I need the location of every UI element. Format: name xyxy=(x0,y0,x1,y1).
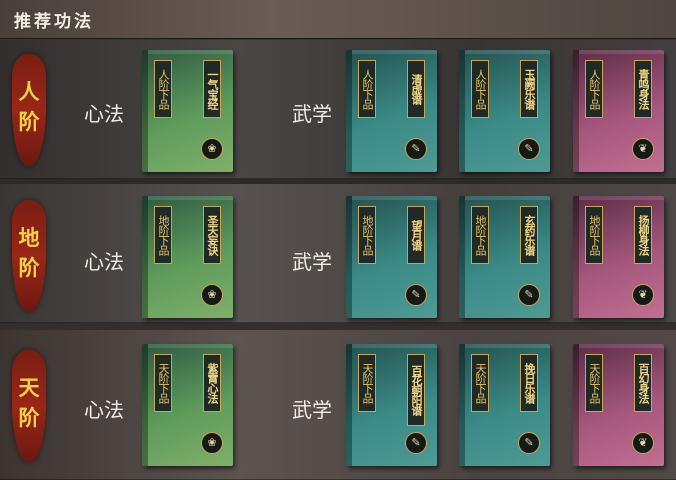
book-name: 挽日乐谱 xyxy=(520,354,538,412)
brush-emblem-icon: ✎ xyxy=(405,138,427,160)
tier-banner-ren: 人 阶 xyxy=(12,54,46,166)
book-grade: 地阶下品 xyxy=(471,206,489,264)
brush-emblem-icon: ✎ xyxy=(518,284,540,306)
wuxue-label: 武学 xyxy=(292,102,332,126)
xinfa-label: 心法 xyxy=(84,398,124,422)
panel-header: 推荐功法 xyxy=(0,0,676,39)
book-grade: 地阶下品 xyxy=(358,206,376,264)
book-name: 青鸣身法 xyxy=(634,60,652,118)
tier-row-di: 地 阶 心法 武学 地阶下品 圣天妄诀 ❀ 地阶下品 望月谱 ✎ 地阶下品 玄药… xyxy=(0,184,676,323)
book-name: 玉阙乐谱 xyxy=(520,60,538,118)
wings-emblem-icon: ❦ xyxy=(632,284,654,306)
xinfa-label: 心法 xyxy=(84,250,124,274)
book-qingxu-pu[interactable]: 人阶下品 清虚谱 ✎ xyxy=(346,50,437,172)
brush-emblem-icon: ✎ xyxy=(518,432,540,454)
book-name: 百幻身法 xyxy=(634,354,652,412)
brush-emblem-icon: ✎ xyxy=(405,432,427,454)
lotus-emblem-icon: ❀ xyxy=(201,284,223,306)
book-grade: 地阶下品 xyxy=(585,206,603,264)
book-grade: 地阶下品 xyxy=(154,206,172,264)
tier-char-1: 人 xyxy=(18,79,40,104)
book-baihuan-shenfa[interactable]: 天阶下品 百幻身法 ❦ xyxy=(573,344,664,466)
book-name: 紫霄心法 xyxy=(203,354,221,412)
panel-title: 推荐功法 xyxy=(14,12,94,32)
book-baihua-zhaoyang-pu[interactable]: 天阶下品 百花朝阳谱 ✎ xyxy=(346,344,437,466)
book-name: 圣天妄诀 xyxy=(203,206,221,264)
book-grade: 天阶下品 xyxy=(471,354,489,412)
lotus-emblem-icon: ❀ xyxy=(201,138,223,160)
book-yangliu-shenfa[interactable]: 地阶下品 扬柳身法 ❦ xyxy=(573,196,664,318)
tier-banner-tian: 天 阶 xyxy=(12,350,46,462)
book-wangyue-pu[interactable]: 地阶下品 望月谱 ✎ xyxy=(346,196,437,318)
book-qingming-shenfa[interactable]: 人阶下品 青鸣身法 ❦ xyxy=(573,50,664,172)
book-grade: 天阶下品 xyxy=(154,354,172,412)
tier-row-tian: 天 阶 心法 武学 天阶下品 紫霄心法 ❀ 天阶下品 百花朝阳谱 ✎ 天阶下品 … xyxy=(0,330,676,480)
lotus-emblem-icon: ❀ xyxy=(201,432,223,454)
wings-emblem-icon: ❦ xyxy=(632,138,654,160)
book-name: 扬柳身法 xyxy=(634,206,652,264)
tier-row-ren: 人 阶 心法 武学 人阶下品 一气宝经 ❀ 人阶下品 清虚谱 ✎ 人阶下品 玉阙… xyxy=(0,40,676,179)
book-name: 清虚谱 xyxy=(407,60,425,118)
book-name: 玄药乐谱 xyxy=(520,206,538,264)
xinfa-label: 心法 xyxy=(84,102,124,126)
book-grade: 人阶下品 xyxy=(585,60,603,118)
book-name: 百花朝阳谱 xyxy=(407,354,425,426)
book-grade: 人阶下品 xyxy=(471,60,489,118)
book-grade: 天阶下品 xyxy=(358,354,376,412)
book-wanri-yuepu[interactable]: 天阶下品 挽日乐谱 ✎ xyxy=(459,344,550,466)
wuxue-label: 武学 xyxy=(292,250,332,274)
book-yiqi-baojing[interactable]: 人阶下品 一气宝经 ❀ xyxy=(142,50,233,172)
book-xuanyao-yuepu[interactable]: 地阶下品 玄药乐谱 ✎ xyxy=(459,196,550,318)
book-name: 望月谱 xyxy=(407,206,425,264)
tier-char-2: 阶 xyxy=(18,405,40,430)
tier-banner-di: 地 阶 xyxy=(12,200,46,312)
brush-emblem-icon: ✎ xyxy=(405,284,427,306)
brush-emblem-icon: ✎ xyxy=(518,138,540,160)
wings-emblem-icon: ❦ xyxy=(632,432,654,454)
book-yuque-yuepu[interactable]: 人阶下品 玉阙乐谱 ✎ xyxy=(459,50,550,172)
book-shengtian-wangjue[interactable]: 地阶下品 圣天妄诀 ❀ xyxy=(142,196,233,318)
book-zixiao-xinfa[interactable]: 天阶下品 紫霄心法 ❀ xyxy=(142,344,233,466)
book-grade: 人阶下品 xyxy=(358,60,376,118)
book-grade: 天阶下品 xyxy=(585,354,603,412)
book-name: 一气宝经 xyxy=(203,60,221,118)
tier-char-2: 阶 xyxy=(18,109,40,134)
book-grade: 人阶下品 xyxy=(154,60,172,118)
tier-char-1: 天 xyxy=(18,375,40,400)
wuxue-label: 武学 xyxy=(292,398,332,422)
tier-char-1: 地 xyxy=(18,225,40,250)
tier-char-2: 阶 xyxy=(18,255,40,280)
